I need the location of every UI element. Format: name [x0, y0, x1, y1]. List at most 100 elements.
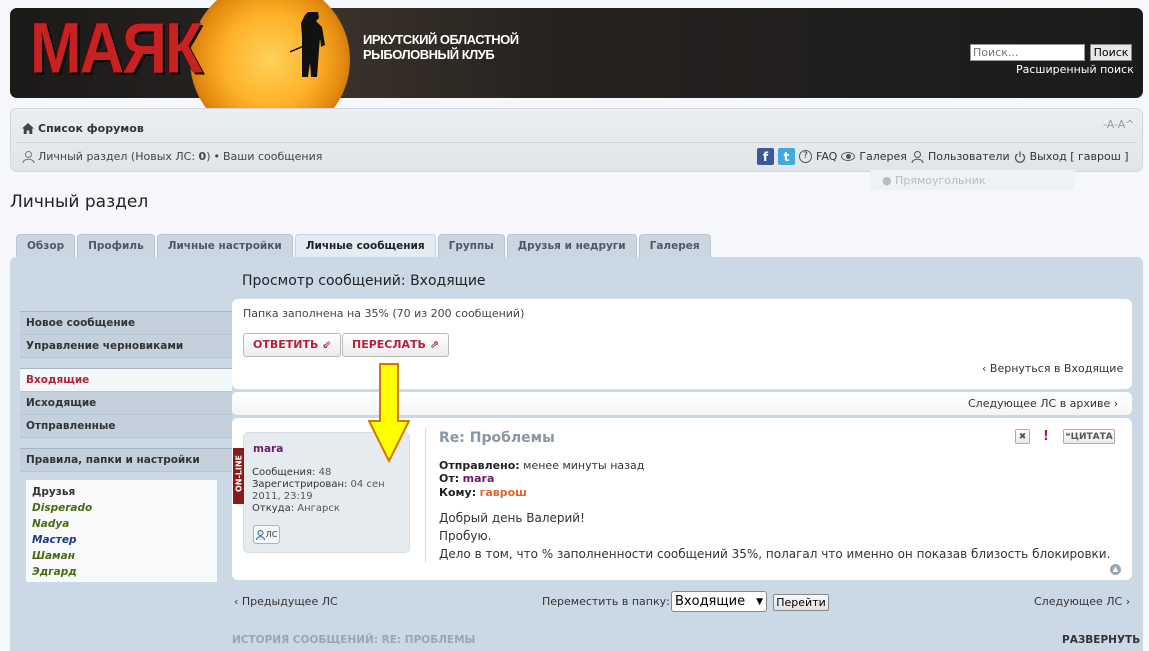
club-name-line1: ИРКУТСКИЙ ОБЛАСТНОЙ — [363, 32, 519, 47]
page-title: Личный раздел — [10, 192, 149, 212]
report-icon: ! — [1043, 429, 1049, 444]
author-location-value: Ангарск — [297, 503, 340, 514]
report-button[interactable]: ! — [1038, 429, 1054, 444]
author-registered: Зарегистрирован: 04 сен 2011, 23:19 — [252, 479, 385, 503]
facebook-icon[interactable]: f — [757, 148, 774, 165]
sent-meta: Отправлено: менее минуты назад — [439, 459, 644, 472]
tab-groups[interactable]: Группы — [437, 234, 505, 257]
advanced-search-link[interactable]: Расширенный поиск — [1016, 63, 1134, 76]
pm-section-label-end: ) — [206, 150, 211, 163]
tab-friends-foes[interactable]: Друзья и недруги — [506, 234, 637, 257]
friend-item[interactable]: Nadya — [32, 516, 211, 532]
folder-select[interactable]: Входящие ▼ — [671, 591, 767, 612]
tab-gallery[interactable]: Галерея — [638, 234, 711, 257]
users-link[interactable]: Пользователи — [928, 150, 1010, 163]
menu-drafts[interactable]: Управление черновиками — [20, 335, 232, 358]
menu-new-message[interactable]: Новое сообщение — [20, 312, 232, 335]
forward-button[interactable]: ПЕРЕСЛАТЬ ⇗ — [342, 333, 449, 357]
next-pm-link[interactable]: Следующее ЛС › — [1034, 595, 1130, 608]
gallery-link[interactable]: Галерея — [859, 150, 907, 163]
author-location-label: Откуда: — [252, 503, 295, 514]
author-name[interactable]: mara — [253, 443, 283, 455]
back-to-top-icon[interactable]: ▲ — [1110, 564, 1121, 575]
eye-icon — [841, 152, 856, 161]
forum-list-link[interactable]: Список форумов — [38, 122, 144, 135]
menu-inbox[interactable]: Входящие — [20, 369, 232, 392]
delete-icon: ✖ — [1018, 431, 1027, 442]
ghost-tooltip-text: Прямоугольник — [895, 174, 986, 187]
author-messages-value: 48 — [318, 467, 332, 478]
previous-pm-link[interactable]: ‹ Предыдущее ЛС — [234, 595, 338, 608]
chevron-down-icon: ▼ — [756, 596, 763, 607]
delete-button[interactable]: ✖ — [1015, 429, 1030, 444]
folder-fill-status: Папка заполнена на 35% (70 из 200 сообще… — [243, 307, 525, 320]
folder-select-value: Входящие — [675, 594, 746, 609]
from-user-link[interactable]: mara — [463, 472, 495, 485]
menu-outbox[interactable]: Исходящие — [20, 392, 232, 415]
sent-label: Отправлено: — [439, 459, 520, 472]
menu-rules[interactable]: Правила, папки и настройки — [20, 449, 232, 472]
users-icon — [911, 150, 924, 163]
message-body-line: Добрый день Валерий! — [439, 511, 585, 525]
to-label: Кому: — [439, 486, 477, 499]
twitter-icon[interactable]: t — [778, 148, 795, 165]
pm-section-label: Личный раздел (Новых ЛС: — [38, 150, 199, 163]
friend-item[interactable]: Disperado — [32, 500, 211, 516]
menu-sent[interactable]: Отправленные — [20, 415, 232, 438]
font-size-control[interactable]: -A-A^ — [1103, 118, 1134, 131]
tab-private-messages[interactable]: Личные сообщения — [294, 234, 436, 258]
pm-breadcrumb: Личный раздел (Новых ЛС: 0) • Ваши сообщ… — [22, 150, 322, 163]
to-meta: Кому: гаврош — [439, 486, 527, 499]
friend-item[interactable]: Эдгард — [32, 564, 211, 580]
annotation-arrow — [368, 363, 410, 463]
bullet-separator: • — [213, 150, 221, 163]
club-name: ИРКУТСКИЙ ОБЛАСТНОЙ РЫБОЛОВНЫЙ КЛУБ — [363, 32, 519, 62]
compose-menu: Новое сообщение Управление черновиками — [20, 311, 232, 358]
tab-profile[interactable]: Профиль — [77, 234, 155, 257]
user-icon — [22, 150, 35, 163]
message-title[interactable]: Re: Проблемы — [439, 430, 555, 446]
author-location: Откуда: Ангарск — [252, 503, 340, 515]
faq-link[interactable]: FAQ — [816, 150, 837, 163]
message-body-line: Пробую. — [439, 529, 492, 543]
friends-header: Друзья — [32, 486, 76, 498]
navbar-links: f t ? FAQ Галерея Пользователи Выход [ г… — [757, 148, 1129, 165]
navbar-divider — [16, 142, 1137, 143]
sent-value: менее минуты назад — [523, 459, 645, 472]
send-pm-button[interactable]: ЛС — [253, 525, 280, 544]
friend-item[interactable]: Шаман — [32, 548, 211, 564]
search-input[interactable] — [973, 46, 1073, 59]
pm-section-link[interactable]: Личный раздел (Новых ЛС: 0) — [38, 150, 211, 163]
to-user-link[interactable]: гаврош — [480, 486, 527, 499]
author-messages-label: Сообщения: — [252, 467, 316, 478]
reply-button[interactable]: ОТВЕТИТЬ ⇙ — [243, 333, 342, 357]
back-to-inbox-link[interactable]: ‹ Вернуться в Входящие — [982, 362, 1123, 375]
tab-bar: Обзор Профиль Личные настройки Личные со… — [16, 234, 711, 258]
tab-personal-settings[interactable]: Личные настройки — [156, 234, 293, 257]
expand-history-link[interactable]: РАЗВЕРНУТЬ — [1062, 634, 1140, 646]
search-button[interactable]: Поиск — [1090, 44, 1132, 61]
breadcrumb[interactable]: Список форумов — [22, 122, 144, 135]
club-name-line2: РЫБОЛОВНЫЙ КЛУБ — [363, 47, 495, 62]
next-archive-link[interactable]: Следующее ЛС в архиве › — [968, 397, 1118, 410]
faq-icon: ? — [799, 150, 812, 163]
user-icon — [255, 529, 265, 540]
message-body-line: Дело в том, что % заполненности сообщени… — [439, 547, 1111, 561]
author-registered-value: 04 сен — [350, 479, 385, 490]
power-icon — [1014, 151, 1025, 163]
your-messages-link[interactable]: Ваши сообщения — [223, 150, 322, 163]
from-label: От: — [439, 472, 460, 485]
search-field[interactable] — [970, 44, 1085, 61]
move-go-button[interactable]: Перейти — [773, 594, 829, 611]
author-registered-label: Зарегистрирован: — [252, 479, 348, 490]
content-title: Просмотр сообщений: Входящие — [242, 273, 486, 289]
friend-item[interactable]: Мастер — [32, 532, 211, 548]
quote-button[interactable]: ❝ЦИТАТА — [1063, 429, 1115, 444]
site-logo[interactable]: МАЯК — [30, 8, 203, 90]
author-registered-value-2: 2011, 23:19 — [252, 491, 313, 502]
home-icon — [22, 123, 34, 134]
from-meta: От: mara — [439, 472, 494, 485]
logout-link[interactable]: Выход [ гаврош ] — [1030, 150, 1129, 163]
tab-overview[interactable]: Обзор — [16, 234, 76, 257]
online-badge-text: ON-LINE — [234, 454, 244, 493]
